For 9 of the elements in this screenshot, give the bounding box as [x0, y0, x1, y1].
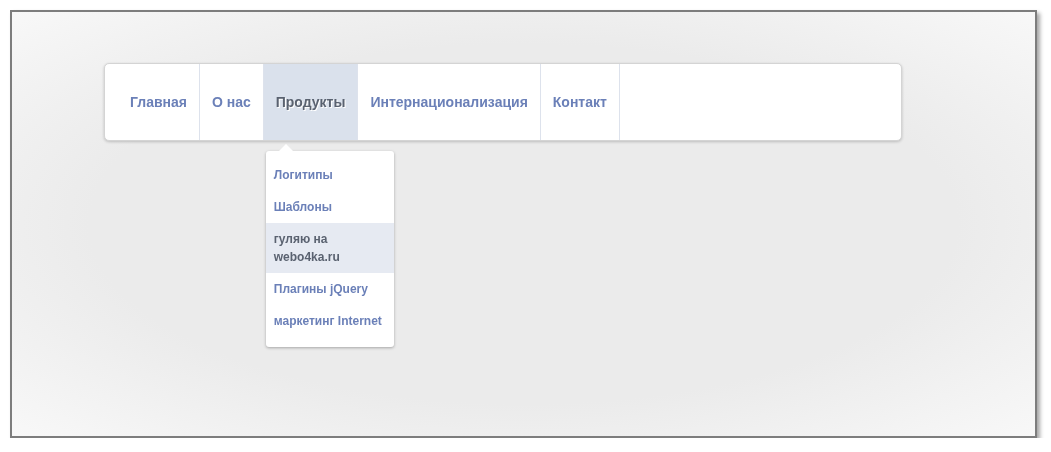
nav-tab[interactable]: О нас [199, 64, 264, 140]
menu-item[interactable]: маркетинг Internet [265, 305, 394, 337]
menu-item[interactable]: Шаблоны [265, 191, 394, 223]
nav-tab[interactable]: Контакт [540, 64, 620, 140]
menu-item[interactable]: гуляю на webo4ka.ru [265, 223, 394, 273]
menu-item[interactable]: Логитипы [265, 159, 394, 191]
menu-item[interactable]: Плагины jQuery [265, 273, 394, 305]
nav-tab[interactable]: Интернационализация [358, 64, 541, 140]
nav-tab[interactable]: Главная [105, 64, 200, 140]
